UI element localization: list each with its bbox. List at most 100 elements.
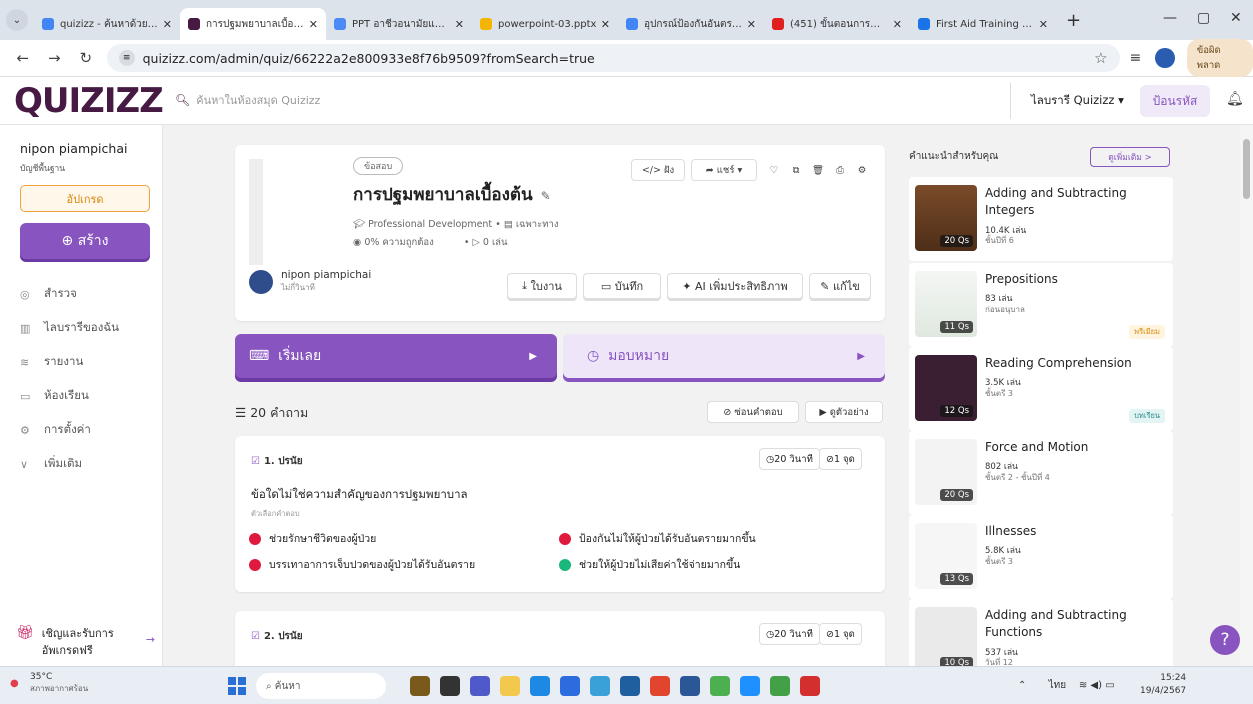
close-tab-icon[interactable]: ✕ bbox=[163, 18, 172, 31]
sidebar-item-reports[interactable]: ≋ รายงาน bbox=[20, 353, 83, 371]
minimize-icon[interactable]: — bbox=[1163, 10, 1177, 26]
close-tab-icon[interactable]: ✕ bbox=[747, 18, 756, 31]
sidebar-item-more[interactable]: ∨ เพิ่มเติม bbox=[20, 455, 82, 473]
recommendation-card[interactable]: 11 Qs Prepositions 83 เล่น ก่อนอนุบาล พรีเมี… bbox=[909, 263, 1173, 347]
browser-tab[interactable]: powerpoint-03.pptx ✕ bbox=[472, 8, 618, 40]
line-icon[interactable] bbox=[740, 676, 760, 696]
recommendation-card[interactable]: 12 Qs Reading Comprehension 3.5K เล่น ชั้นต… bbox=[909, 347, 1173, 431]
recommendation-card[interactable]: 20 Qs Force and Motion 802 เล่น ชั้นตรี 2 -… bbox=[909, 431, 1173, 515]
time-chip[interactable]: ◷ 20 วินาที bbox=[759, 623, 820, 645]
word-icon[interactable] bbox=[680, 676, 700, 696]
share-button[interactable]: ➦ แชร์ ▾ bbox=[691, 159, 757, 181]
assign-button[interactable]: ◷ มอบหมาย ▶ bbox=[563, 334, 885, 378]
sidebar-item-my-library[interactable]: ▥ ไลบรารีของฉัน bbox=[20, 319, 119, 337]
sidebar-item-explore[interactable]: ◎ สำรวจ bbox=[20, 285, 77, 303]
browser-tab[interactable]: (451) ขั้นตอนการทำ CP ✕ bbox=[764, 8, 910, 40]
tab-list-icon[interactable]: ⌄ bbox=[6, 9, 28, 31]
new-tab-button[interactable]: + bbox=[1066, 10, 1081, 31]
taskview-icon[interactable] bbox=[410, 676, 430, 696]
edit-button[interactable]: ✎ แก้ไข bbox=[809, 273, 871, 299]
browser-tab[interactable]: PPT อาชีวอนามัยและความ ✕ bbox=[326, 8, 472, 40]
scrollbar[interactable] bbox=[1240, 125, 1253, 666]
acrobat-icon[interactable] bbox=[800, 676, 820, 696]
help-button[interactable]: ? bbox=[1210, 625, 1240, 655]
windows-start-icon[interactable] bbox=[228, 677, 246, 695]
bell-icon[interactable]: 🔔︎ bbox=[1226, 91, 1244, 107]
pencil-icon[interactable]: ✎ bbox=[541, 189, 551, 203]
create-button[interactable]: ⊕ สร้าง bbox=[20, 223, 150, 259]
quizizz-logo[interactable]: QUIZIZZ bbox=[14, 81, 164, 121]
search-input[interactable]: 🔍︎ ค้นหาในห้องสมุด Quizizz bbox=[175, 91, 320, 109]
back-icon[interactable]: ← bbox=[14, 49, 32, 67]
weather-widget[interactable]: ● 35°C สภาพอากาศร้อน bbox=[10, 672, 88, 695]
sidebar-item-label: เพิ่มเติม bbox=[44, 456, 83, 470]
compass-icon: ◎ bbox=[20, 287, 30, 301]
close-tab-icon[interactable]: ✕ bbox=[1039, 18, 1048, 31]
chrome-icon[interactable] bbox=[770, 676, 790, 696]
start-button[interactable]: ⌨ เริ่มเลย ▶ bbox=[235, 334, 557, 378]
save-label: บันทึก bbox=[614, 280, 644, 293]
tab-title: PPT อาชีวอนามัยและความ bbox=[352, 18, 451, 30]
save-button[interactable]: ▭ บันทึก bbox=[583, 273, 661, 299]
zoom-icon[interactable] bbox=[560, 676, 580, 696]
invite-upgrade-link[interactable]: 🎁︎ เชิญและรับการอัพเกรดฟรี → bbox=[16, 625, 155, 659]
url-input[interactable]: ≡ quizizz.com/admin/quiz/66222a2e800933e… bbox=[106, 44, 1120, 72]
taskbar-search[interactable]: ⌕ ค้นหา bbox=[256, 673, 386, 699]
preview-button[interactable]: ▶ ดูตัวอย่าง bbox=[805, 401, 883, 423]
hide-answers-button[interactable]: ⊘ ซ่อนคำตอบ bbox=[707, 401, 799, 423]
close-window-icon[interactable]: ✕ bbox=[1230, 10, 1242, 26]
recommendation-card[interactable]: 20 Qs Adding and Subtracting Integers 10.4… bbox=[909, 177, 1173, 261]
close-tab-icon[interactable]: ✕ bbox=[455, 18, 464, 31]
quiz-type-tag: ข้อสอบ bbox=[353, 157, 404, 175]
print-icon[interactable]: ⎙ bbox=[829, 159, 851, 181]
points-chip[interactable]: ⊘ 1 จุด bbox=[819, 623, 862, 645]
store-icon[interactable] bbox=[620, 676, 640, 696]
scrollbar-thumb[interactable] bbox=[1243, 139, 1250, 199]
library-dropdown[interactable]: ไลบรารี Quizizz ▾ bbox=[1010, 83, 1128, 119]
profile-avatar[interactable] bbox=[1155, 48, 1175, 68]
widgets-icon[interactable] bbox=[440, 676, 460, 696]
edge-icon[interactable] bbox=[530, 676, 550, 696]
wifi-icon: ≋ bbox=[1078, 680, 1088, 691]
restore-icon[interactable]: ▢ bbox=[1197, 10, 1210, 26]
worksheet-button[interactable]: ⤓ ใบงาน bbox=[507, 273, 577, 299]
copy-icon[interactable]: ⧉ bbox=[785, 159, 807, 181]
browser-tab[interactable]: quizizz - ค้นหาด้วย Go ✕ bbox=[34, 8, 180, 40]
recommendation-card[interactable]: 13 Qs Illnesses 5.8K เล่น ชั้นตรี 3 bbox=[909, 515, 1173, 599]
sidebar-item-classes[interactable]: ▭ ห้องเรียน bbox=[20, 387, 89, 405]
embed-button[interactable]: </> ฝัง bbox=[631, 159, 685, 181]
mail-icon[interactable] bbox=[590, 676, 610, 696]
chrome-icon[interactable] bbox=[650, 676, 670, 696]
close-tab-icon[interactable]: ✕ bbox=[893, 18, 902, 31]
enter-code-button[interactable]: ป้อนรหัส bbox=[1140, 85, 1210, 117]
browser-tab[interactable]: First Aid Training Ugar ✕ bbox=[910, 8, 1056, 40]
close-tab-icon[interactable]: ✕ bbox=[601, 18, 610, 31]
sidebar-item-settings[interactable]: ⚙ การตั้งค่า bbox=[20, 421, 91, 439]
ai-enhance-button[interactable]: ✦ AI เพิ่มประสิทธิภาพ bbox=[667, 273, 803, 299]
site-info-icon[interactable]: ≡ bbox=[118, 50, 135, 66]
bookmark-star-icon[interactable]: ☆ bbox=[1094, 49, 1107, 67]
time-chip[interactable]: ◷ 20 วินาที bbox=[759, 448, 820, 470]
gift-icon: 🎁︎ bbox=[16, 625, 34, 641]
answer-option: ป้องกันไม่ให้ผู้ป่วยได้รับอันตรายมากขึ้น bbox=[559, 530, 756, 547]
teams-icon[interactable] bbox=[470, 676, 490, 696]
points-chip[interactable]: ⊘ 1 จุด bbox=[819, 448, 862, 470]
tab-title: powerpoint-03.pptx bbox=[498, 18, 597, 30]
system-tray[interactable]: ⌃ ไทย ≋ ◀) ▭ bbox=[1018, 678, 1115, 693]
explorer-icon[interactable] bbox=[500, 676, 520, 696]
close-tab-icon[interactable]: ✕ bbox=[309, 18, 318, 31]
recommendation-card[interactable]: 10 Qs Adding and Subtracting Functions 537… bbox=[909, 599, 1173, 666]
upgrade-button[interactable]: อัปเกรด bbox=[20, 185, 150, 212]
forward-icon[interactable]: → bbox=[46, 49, 64, 67]
trash-icon[interactable]: 🗑︎ bbox=[807, 159, 829, 181]
clock[interactable]: 15:24 19/4/2567 bbox=[1140, 672, 1186, 698]
reload-icon[interactable]: ↻ bbox=[77, 49, 95, 67]
settings-icon[interactable]: ⚙ bbox=[851, 159, 873, 181]
reading-list-icon[interactable]: ≡ bbox=[1130, 50, 1142, 66]
chrome-icon[interactable] bbox=[710, 676, 730, 696]
see-more-button[interactable]: ดูเพิ่มเติม > bbox=[1090, 147, 1170, 167]
heart-icon[interactable]: ♡ bbox=[763, 159, 785, 181]
browser-tab[interactable]: อุปกรณ์ป้องกันอันตราย ✕ bbox=[618, 8, 764, 40]
browser-tab[interactable]: การปฐมพยาบาลเบื้องต้น ✕ bbox=[180, 8, 326, 40]
error-chip[interactable]: ข้อผิดพลาด bbox=[1186, 39, 1253, 77]
